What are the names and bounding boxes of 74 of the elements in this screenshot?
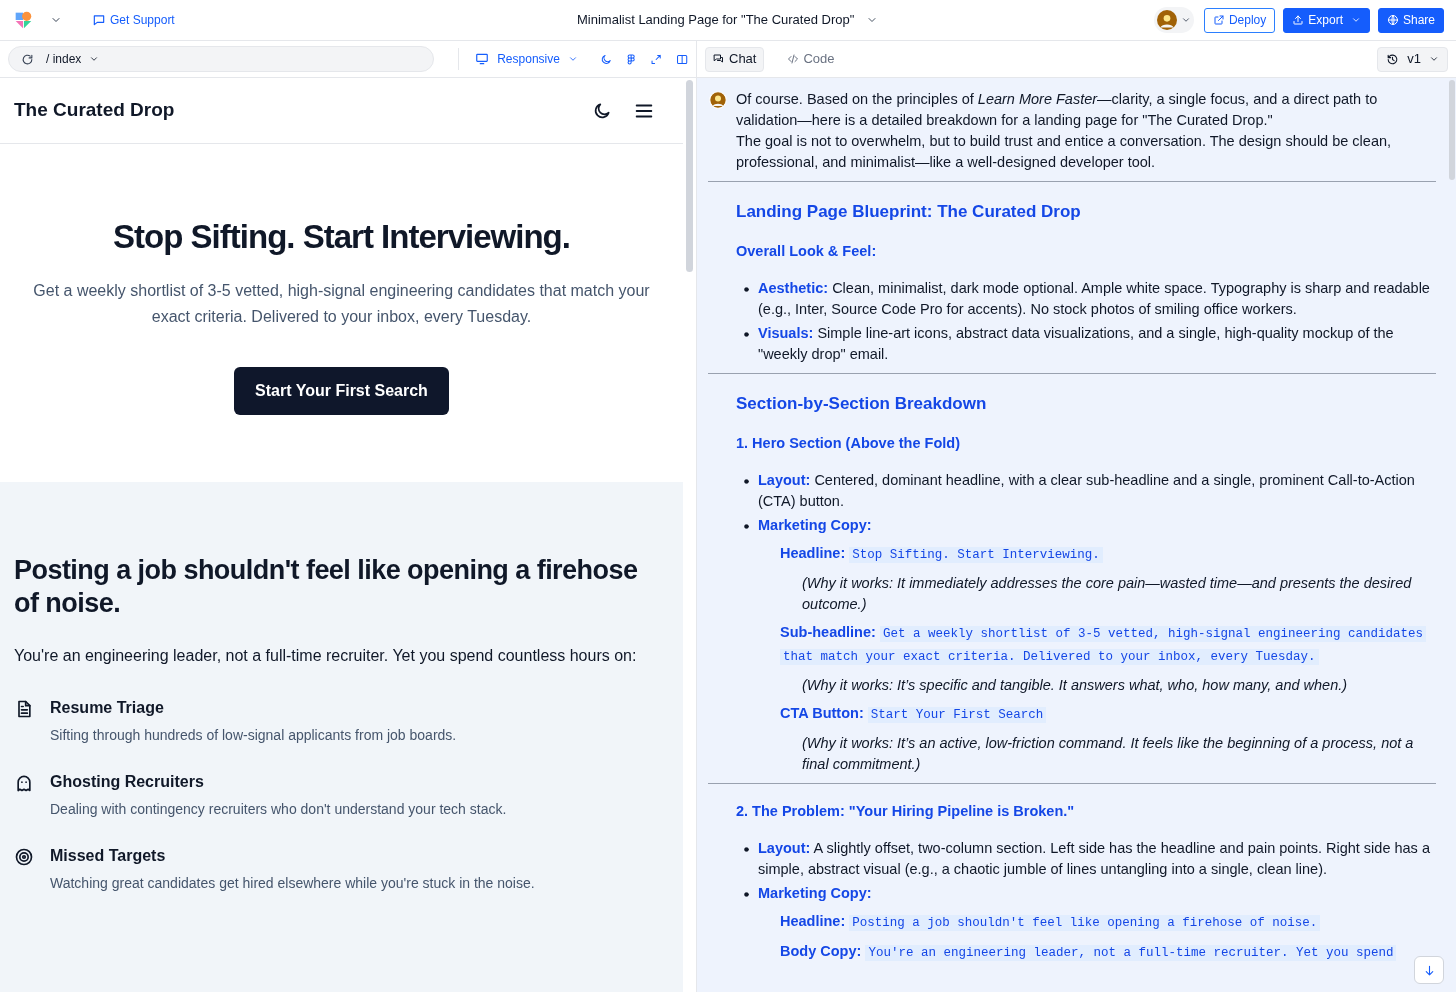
message-paragraph: The goal is not to overwhelm, but to build trust and entice a conversation. The design should be clean, professional, and minimalist—like a well-designed developer tool.: [736, 132, 1393, 172]
target-icon: [14, 847, 34, 867]
split-view-icon[interactable]: [675, 52, 688, 66]
reload-icon: [21, 52, 34, 66]
bullet-icon: [744, 479, 749, 484]
code-icon: [787, 53, 800, 65]
hero-subheadline: Get a weekly shortlist of 3-5 vetted, high-signal engineering candidates that match your exact criteria. Delivered to your inbox, every Tuesday.: [32, 281, 651, 327]
message-subheading: 2. The Problem: "Your Hiring Pipeline is Broken.": [736, 802, 1076, 821]
scrollbar-thumb[interactable]: [1449, 80, 1455, 180]
history-icon: [1386, 52, 1400, 66]
bullet-text: Layout: A slightly offset, two-column section. Left side has the headline and pain points. Right side has a simple, abstract visual (e.g., a chaotic jumble of lines untangling into a single, clean line).: [758, 839, 1431, 879]
upload-icon: [1292, 14, 1305, 26]
tab[interactable]: Code: [780, 46, 842, 72]
bullet-text: Visuals: Simple line-art icons, abstract data visualizations, and a single, high-quality mockup of the "weekly drop" email.: [758, 324, 1395, 364]
section-headline: Posting a job shouldn't feel like opening a firehose of noise.: [14, 554, 639, 620]
bullet-text: Aesthetic: Clean, minimalist, dark mode optional. Ample white space. Typography is sharp and readable (e.g., Inter, Source Code Pro for accents). No stock photos of smiling office workers.: [758, 279, 1431, 319]
address-field[interactable]: / index: [8, 46, 435, 72]
get-support-link[interactable]: Get Support: [92, 11, 175, 29]
version-dropdown[interactable]: v1: [1377, 46, 1448, 72]
project-title: Minimalist Landing Page for "The Curated Drop": [577, 11, 855, 30]
scrollbar-thumb[interactable]: [686, 80, 693, 272]
ghost-icon: [14, 773, 34, 793]
message-heading: Landing Page Blueprint: The Curated Drop: [736, 201, 1082, 223]
message-heading: Section-by-Section Breakdown: [736, 393, 988, 415]
chevron-down-icon: [1180, 15, 1191, 25]
avatar-icon: [1156, 10, 1177, 30]
chevron-down-icon: [1350, 15, 1361, 25]
rationale-text: (Why it works: It’s specific and tangible. It answers what, who, how many, and when.): [801, 676, 1349, 695]
external-link-icon: [1212, 14, 1225, 26]
assistant-avatar-icon: [709, 91, 727, 109]
bullet-icon: [744, 332, 749, 337]
bullet-icon: [744, 847, 749, 852]
bullet-text: Marketing Copy:: [758, 884, 872, 903]
cta-button[interactable]: Start Your First Search: [234, 367, 449, 415]
message-paragraph: Of course. Based on the principles of Learn More Faster—clarity, a single focus, and a direct path to validation—here is a detailed breakdown for a landing page for "The Curated Drop.": [736, 90, 1379, 130]
tab[interactable]: Chat: [705, 46, 765, 72]
copy-example: CTA Button: Start Your First Search: [736, 703, 1436, 726]
toolbar-button[interactable]: Deploy: [1203, 7, 1276, 33]
copy-example: Headline: Stop Sifting. Start Interviewing.: [736, 543, 1436, 566]
viewport-dropdown[interactable]: Responsive: [475, 50, 578, 68]
toolbar-button[interactable]: Export: [1283, 7, 1370, 33]
bullet-icon: [744, 287, 749, 292]
moon-icon[interactable]: [592, 100, 612, 121]
rationale-text: (Why it works: It immediately addresses the core pain—wasted time—and presents the desired outcome.): [801, 574, 1413, 614]
chevron-down-icon: [1429, 54, 1439, 64]
chevron-down-icon: [89, 54, 100, 64]
toolbar-button[interactable]: Share: [1377, 7, 1444, 33]
chevron-down-icon: [567, 54, 578, 64]
pain-point-title: Resume Triage: [50, 698, 165, 718]
hero-headline: Stop Sifting. Start Interviewing.: [113, 217, 570, 257]
scroll-down-button[interactable]: [1414, 956, 1444, 984]
figma-icon[interactable]: [625, 52, 638, 66]
section-intro: You're an engineering leader, not a full-time recruiter. Yet you spend countless hours on:: [14, 646, 638, 666]
bullet-text: Layout: Centered, dominant headline, with a clear sub-headline and a single, prominent Call-to-Action (CTA) button.: [758, 471, 1416, 511]
globe-icon: [1386, 14, 1399, 26]
message-subheading: Overall Look & Feel:: [736, 242, 878, 261]
monitor-icon: [475, 52, 490, 66]
chat-bubble-icon: [92, 13, 106, 27]
bullet-text: Marketing Copy:: [758, 516, 872, 535]
site-brand: The Curated Drop: [14, 98, 175, 123]
pain-point-text: Sifting through hundreds of low-signal applicants from job boards.: [50, 726, 457, 745]
pain-point-text: Watching great candidates get hired elsewhere while you're stuck in the noise.: [50, 874, 535, 893]
rationale-text: (Why it works: It’s an active, low-friction command. It feels like the beginning of a process, not a final commitment.): [801, 734, 1415, 774]
pain-point-title: Ghosting Recruiters: [50, 772, 205, 792]
bullet-icon: [744, 524, 749, 529]
chat-bubbles-icon: [713, 53, 725, 65]
bullet-icon: [744, 892, 749, 897]
page-path: / index: [46, 51, 82, 68]
expand-icon[interactable]: [650, 52, 663, 66]
pain-point-text: Dealing with contingency recruiters who don't understand your tech stack.: [50, 800, 507, 819]
account-button[interactable]: [1153, 7, 1194, 33]
copy-example: Headline: Posting a job shouldn't feel like opening a firehose of noise.: [736, 911, 1436, 934]
pain-point-title: Missed Targets: [50, 846, 167, 866]
message-subheading: 1. Hero Section (Above the Fold): [736, 434, 961, 453]
